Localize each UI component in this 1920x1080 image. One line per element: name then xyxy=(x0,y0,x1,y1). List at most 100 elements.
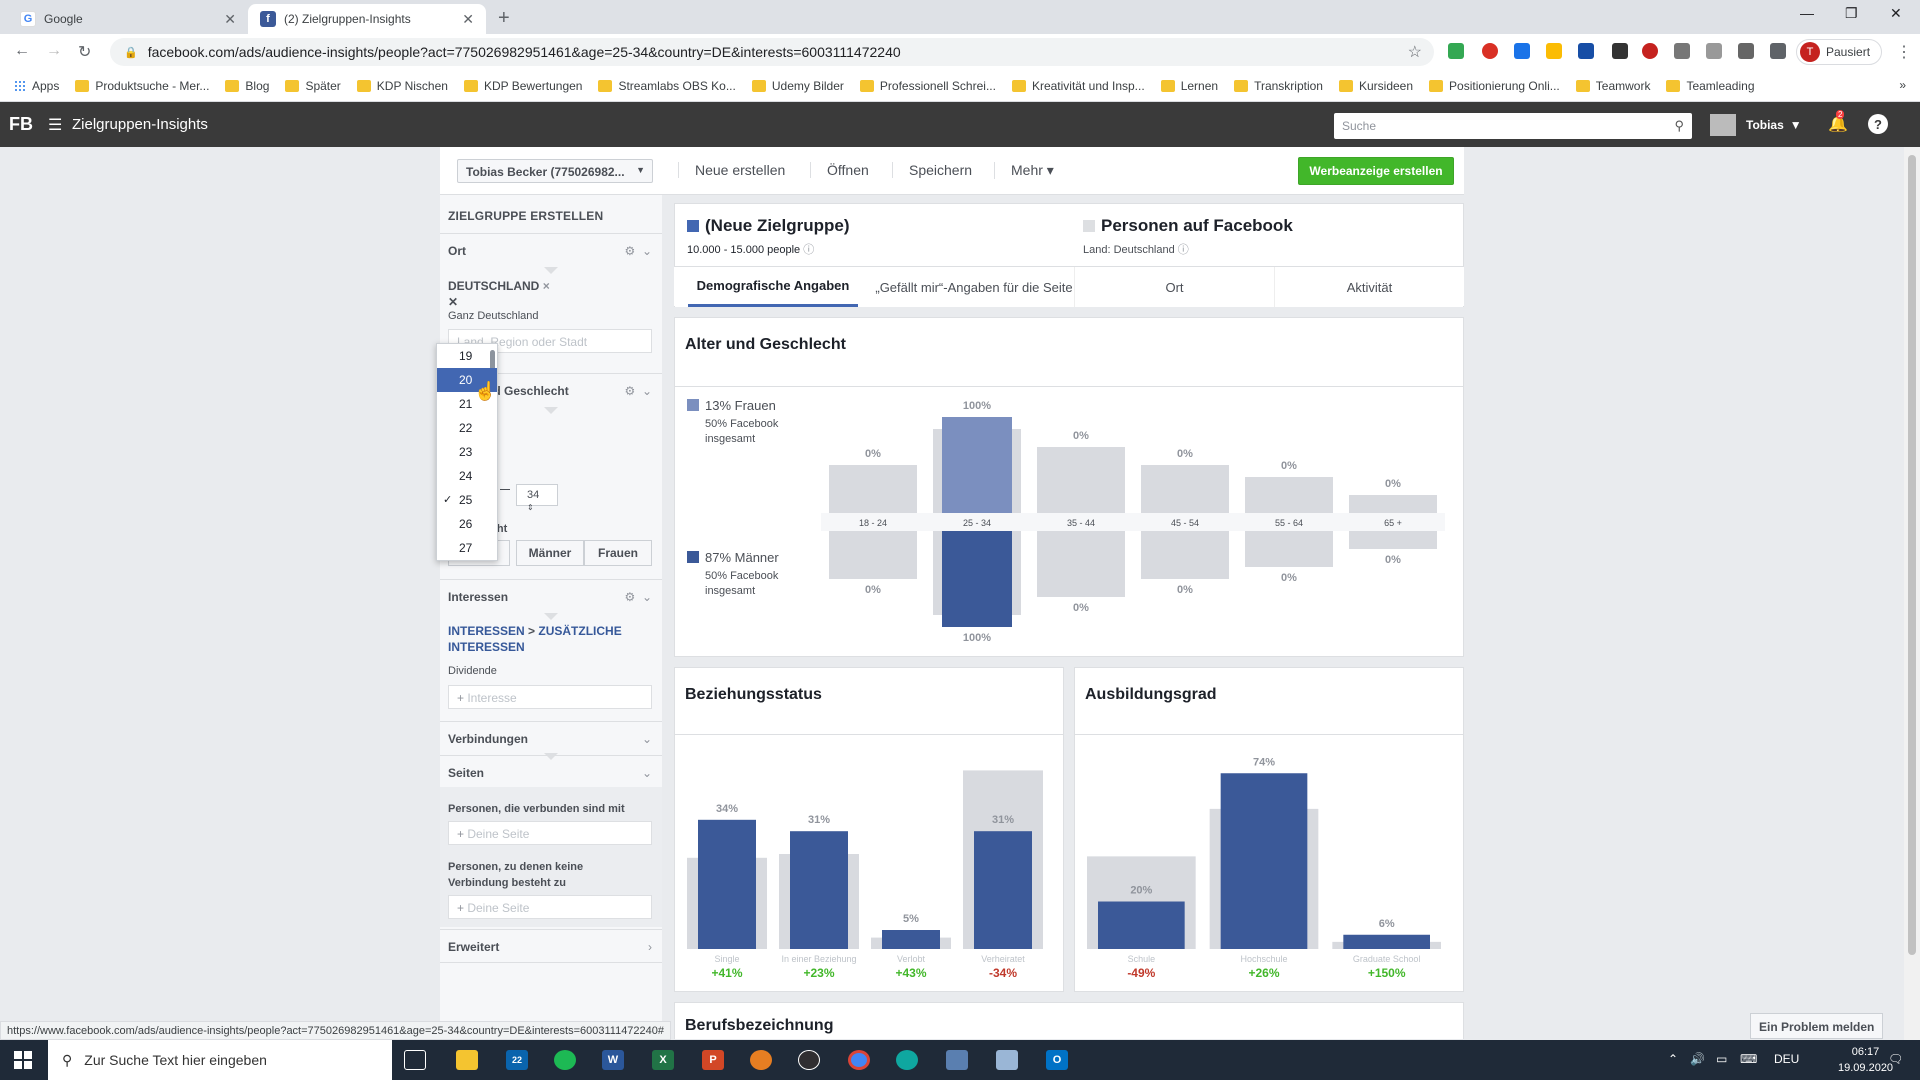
gear-icon[interactable]: ⚙ xyxy=(625,244,636,258)
info-icon[interactable]: ⓘ xyxy=(803,244,814,256)
report-problem-button[interactable]: Ein Problem melden xyxy=(1750,1013,1884,1039)
minimize-icon[interactable]: — xyxy=(1800,5,1814,21)
extension-icon[interactable] xyxy=(1578,43,1594,59)
chevron-down-icon[interactable]: ⌄ xyxy=(642,384,652,398)
tab-demographics[interactable]: Demografische Angaben xyxy=(688,267,858,307)
bookmark-item[interactable]: Udemy Bilder xyxy=(751,79,844,93)
dropdown-option[interactable]: 27 xyxy=(437,536,497,560)
profile-button[interactable]: T Pausiert xyxy=(1796,39,1882,65)
language-indicator[interactable]: DEU xyxy=(1774,1052,1799,1066)
powerpoint-icon[interactable]: P xyxy=(702,1050,724,1070)
bookmark-item[interactable]: Positionierung Onli... xyxy=(1429,79,1560,93)
chevron-right-icon[interactable]: › xyxy=(648,940,652,954)
dropdown-option[interactable]: 26 xyxy=(437,512,497,536)
new-audience-button[interactable]: Neue erstellen xyxy=(678,162,785,178)
puzzle-icon[interactable] xyxy=(1770,43,1786,59)
hamburger-menu-icon[interactable]: ☰ xyxy=(48,115,62,135)
gender-men-button[interactable]: Männer xyxy=(516,540,584,566)
location-section-header[interactable]: Ort ⚙ ⌄ xyxy=(440,233,662,267)
forward-icon[interactable]: → xyxy=(46,42,62,60)
dropdown-option[interactable]: 22 xyxy=(437,416,497,440)
tab-page-likes[interactable]: „Gefällt mir“-Angaben für die Seite xyxy=(874,267,1074,307)
fb-logo[interactable]: FB xyxy=(9,114,33,135)
bookmark-item[interactable]: KDP Nischen xyxy=(356,79,448,93)
network-icon[interactable]: ▭ xyxy=(1716,1052,1727,1066)
create-ad-button[interactable]: Werbeanzeige erstellen xyxy=(1298,157,1454,185)
bookmark-item[interactable]: Transkription xyxy=(1234,79,1323,93)
age-from-dropdown[interactable]: 19 20 21 22 23 24 ✓ 25 26 27 xyxy=(436,343,498,561)
dropdown-option[interactable]: 19 xyxy=(437,344,497,368)
chevron-down-icon[interactable]: ⌄ xyxy=(642,590,652,604)
info-icon[interactable]: ⓘ xyxy=(1178,244,1189,256)
chevron-down-icon[interactable]: ⌄ xyxy=(642,766,652,780)
gender-women-button[interactable]: Frauen xyxy=(584,540,652,566)
remove-country-icon[interactable]: × xyxy=(543,279,550,293)
mail-icon[interactable]: 22 xyxy=(506,1050,528,1070)
scrollbar-thumb[interactable] xyxy=(1908,155,1916,955)
menu-kebab-icon[interactable]: ⋮ xyxy=(1896,42,1912,62)
app-icon[interactable] xyxy=(750,1050,772,1070)
notification-bell-icon[interactable]: 🔔 2 xyxy=(1828,110,1848,134)
help-icon[interactable]: ? xyxy=(1868,114,1888,134)
gear-icon[interactable]: ⚙ xyxy=(625,384,636,398)
page-scrollbar[interactable] xyxy=(1904,147,1920,1040)
tab-activity[interactable]: Aktivität xyxy=(1274,267,1464,307)
pages-section-header[interactable]: Seiten ⌄ xyxy=(440,755,662,787)
remove-icon[interactable]: ✕ xyxy=(448,295,458,309)
edge-icon[interactable] xyxy=(896,1050,918,1070)
obs-icon[interactable] xyxy=(798,1050,820,1070)
extension-icon[interactable] xyxy=(1674,43,1690,59)
bookmark-item[interactable]: Kreativität und Insp... xyxy=(1011,79,1145,93)
bookmark-item[interactable]: Blog xyxy=(225,79,269,93)
bookmark-item[interactable]: Teamleading xyxy=(1666,79,1755,93)
bookmark-item[interactable]: Teamwork xyxy=(1575,79,1650,93)
windows-start-icon[interactable] xyxy=(14,1051,32,1069)
bookmark-item[interactable]: Später xyxy=(285,79,341,93)
notepad-icon[interactable] xyxy=(996,1050,1018,1070)
outlook-icon[interactable]: O xyxy=(1046,1050,1068,1070)
user-menu[interactable]: Tobias ▼ xyxy=(1710,114,1802,136)
bookmark-item[interactable]: Lernen xyxy=(1160,79,1218,93)
gear-icon[interactable]: ⚙ xyxy=(625,590,636,604)
bookmark-item[interactable]: Apps xyxy=(14,79,59,93)
bookmark-star-icon[interactable]: ☆ xyxy=(1408,42,1422,62)
file-explorer-icon[interactable] xyxy=(456,1050,478,1070)
system-clock[interactable]: 06:17 19.09.2020 xyxy=(1838,1044,1893,1076)
bookmark-item[interactable]: Streamlabs OBS Ko... xyxy=(598,79,736,93)
extension-icon[interactable] xyxy=(1612,43,1628,59)
chevron-down-icon[interactable]: ⌄ xyxy=(642,244,652,258)
save-button[interactable]: Speichern xyxy=(892,162,972,178)
address-bar[interactable]: 🔒 facebook.com/ads/audience-insights/peo… xyxy=(110,38,1434,66)
restore-icon[interactable]: ❐ xyxy=(1845,5,1858,22)
account-selector[interactable]: Tobias Becker (775026982... ▼ xyxy=(457,159,653,183)
taskbar-search[interactable]: ⚲ Zur Suche Text hier eingeben xyxy=(48,1040,392,1080)
bookmark-item[interactable]: Produktsuche - Mer... xyxy=(75,79,209,93)
interests-root-link[interactable]: INTERESSEN xyxy=(448,624,525,638)
fb-search-input[interactable]: Suche ⚲ xyxy=(1334,113,1692,139)
bookmark-item[interactable]: Kursideen xyxy=(1338,79,1413,93)
spotify-icon[interactable] xyxy=(554,1050,576,1070)
dropdown-option[interactable]: 23 xyxy=(437,440,497,464)
task-view-icon[interactable] xyxy=(404,1050,426,1070)
open-button[interactable]: Öffnen xyxy=(810,162,869,178)
excel-icon[interactable]: X xyxy=(652,1050,674,1070)
back-icon[interactable]: ← xyxy=(14,42,30,60)
word-icon[interactable]: W xyxy=(602,1050,624,1070)
dropdown-option[interactable]: 24 xyxy=(437,464,497,488)
extension-icon[interactable] xyxy=(1514,43,1530,59)
browser-tab-google[interactable]: G Google ✕ xyxy=(8,4,248,34)
not-connected-page-input[interactable]: + Deine Seite xyxy=(448,895,652,919)
extension-icon[interactable] xyxy=(1546,43,1562,59)
adblock-icon[interactable] xyxy=(1642,43,1658,59)
search-icon[interactable]: ⚲ xyxy=(1674,118,1684,134)
chevron-down-icon[interactable]: ⌄ xyxy=(642,732,652,746)
advanced-section-header[interactable]: Erweitert › xyxy=(440,929,662,963)
volume-icon[interactable]: 🔊 xyxy=(1690,1052,1705,1066)
bookmark-item[interactable]: KDP Bewertungen xyxy=(463,79,582,93)
age-to-select[interactable]: 34 ⇕ xyxy=(516,484,558,512)
tab-location[interactable]: Ort xyxy=(1074,267,1274,307)
keyboard-icon[interactable]: ⌨ xyxy=(1740,1052,1757,1066)
extension-icon[interactable] xyxy=(1448,43,1464,59)
close-tab-icon[interactable]: ✕ xyxy=(224,11,236,28)
fullscreen-icon[interactable] xyxy=(1706,43,1722,59)
